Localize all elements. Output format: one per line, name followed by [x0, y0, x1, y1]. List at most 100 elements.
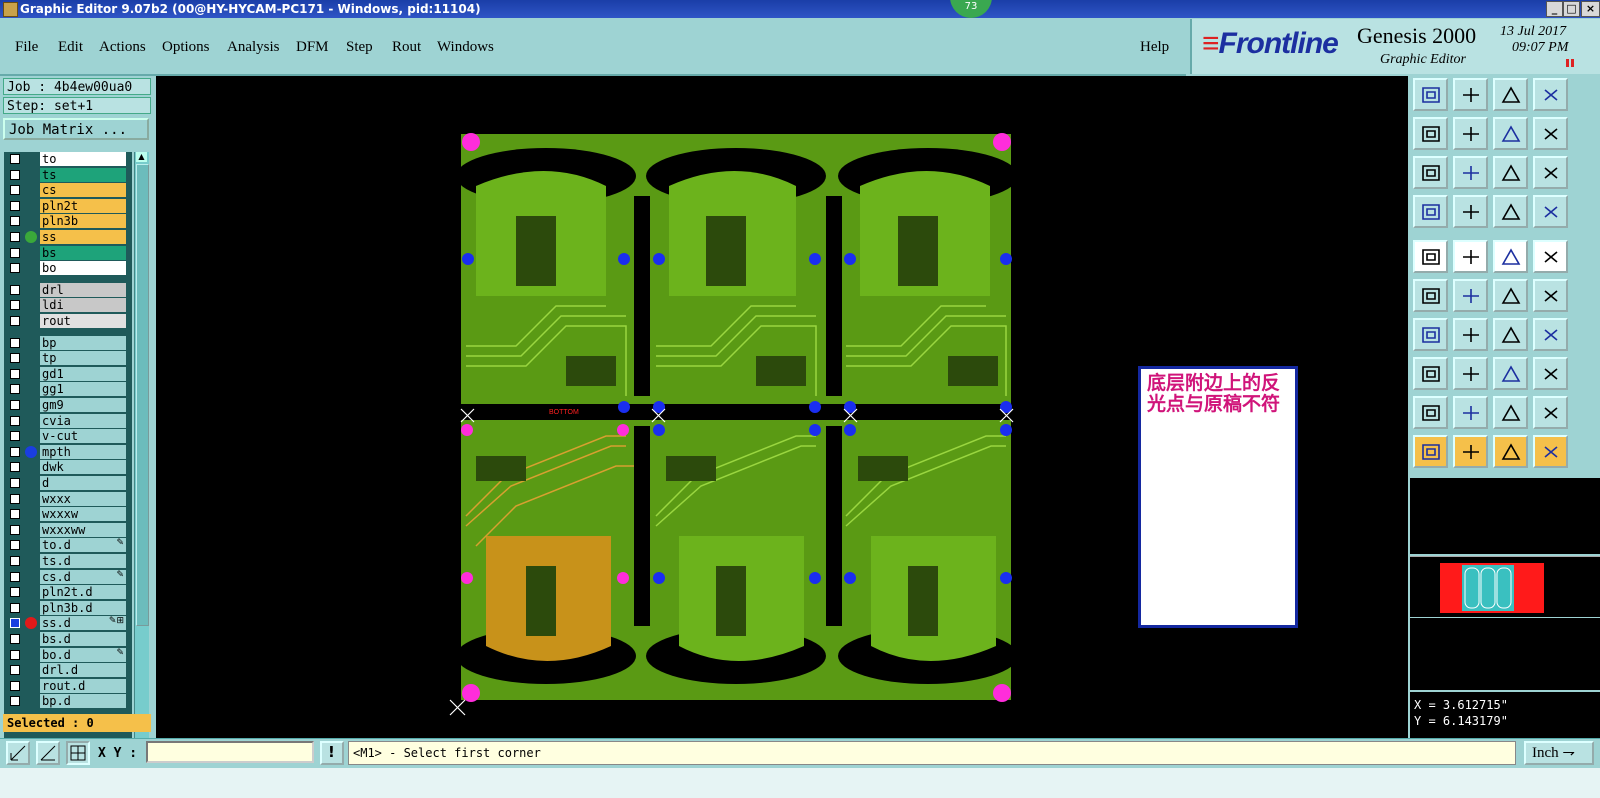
- home-tool[interactable]: [1493, 78, 1528, 111]
- swap-tool[interactable]: [1493, 117, 1528, 150]
- layer-checkbox[interactable]: [10, 634, 20, 644]
- layer-row[interactable]: wxxxw: [4, 507, 128, 522]
- layer-row[interactable]: gg1: [4, 382, 128, 397]
- triangle-d-tool[interactable]: [1533, 396, 1568, 429]
- layer-name[interactable]: bp.d: [40, 694, 126, 709]
- layer-checkbox[interactable]: [10, 400, 20, 410]
- layer-checkbox[interactable]: [10, 185, 20, 196]
- alert-button[interactable]: !: [320, 741, 344, 765]
- layer-row[interactable]: v-cut: [4, 429, 128, 444]
- layer-checkbox[interactable]: [10, 696, 20, 707]
- delete-tool[interactable]: [1453, 279, 1488, 312]
- layer-row[interactable]: cvia: [4, 413, 128, 429]
- units-selector[interactable]: Inch ⇁: [1524, 741, 1594, 765]
- layer-checkbox[interactable]: [10, 216, 20, 227]
- layer-checkbox[interactable]: [10, 263, 20, 274]
- layer-name[interactable]: pln3b.d: [40, 600, 126, 615]
- layer-row[interactable]: pln3b.d: [4, 600, 128, 616]
- layer-name[interactable]: v-cut: [40, 429, 126, 444]
- layer-checkbox[interactable]: [10, 247, 20, 258]
- layer-row[interactable]: bo: [4, 261, 128, 276]
- layer-row[interactable]: drl: [4, 282, 128, 298]
- menu-actions[interactable]: Actions: [99, 39, 146, 56]
- layer-row[interactable]: ss.d ✎⊞: [4, 616, 128, 631]
- layer-checkbox[interactable]: [10, 169, 20, 180]
- layer-checkbox[interactable]: [10, 446, 20, 457]
- layer-name[interactable]: dwk: [40, 460, 126, 475]
- triangle-c-tool[interactable]: [1493, 396, 1528, 429]
- layer-row[interactable]: ts.d: [4, 554, 128, 569]
- layer-name[interactable]: to: [40, 152, 126, 166]
- ruler-tool[interactable]: [1493, 240, 1528, 273]
- layer-row[interactable]: pln2t: [4, 198, 128, 214]
- shape-tool[interactable]: [1533, 357, 1568, 390]
- layer-name[interactable]: to.d: [40, 538, 126, 553]
- layer-row[interactable]: ss: [4, 230, 128, 245]
- layer-row[interactable]: ts: [4, 167, 128, 183]
- layer-row[interactable]: rout: [4, 314, 128, 329]
- layer-row[interactable]: bs.d: [4, 632, 128, 647]
- pad-tool[interactable]: [1533, 240, 1568, 273]
- measure-hand-tool[interactable]: [1413, 195, 1448, 228]
- layer-name[interactable]: wxxxw: [40, 507, 126, 522]
- rotate-tool[interactable]: [1493, 318, 1528, 351]
- layer-name[interactable]: drl.d: [40, 663, 126, 678]
- job-matrix-button[interactable]: Job Matrix ...: [3, 118, 149, 140]
- overview-thumbnail[interactable]: [1410, 556, 1600, 617]
- menu-windows[interactable]: Windows: [437, 39, 494, 56]
- layer-name[interactable]: cs.d: [40, 569, 126, 584]
- layer-checkbox[interactable]: [10, 353, 20, 364]
- layer-row[interactable]: wxxxww: [4, 522, 128, 538]
- layer-row[interactable]: gm9: [4, 398, 128, 413]
- layer-row[interactable]: bs: [4, 245, 128, 261]
- layer-row[interactable]: bp.d: [4, 694, 128, 709]
- grid-tool[interactable]: [1453, 195, 1488, 228]
- layer-name[interactable]: pln2t.d: [40, 585, 126, 600]
- layer-name[interactable]: ts.d: [40, 554, 126, 568]
- close-button[interactable]: ×: [1581, 1, 1600, 17]
- layer-compare-tool[interactable]: [1493, 195, 1528, 228]
- angle-tool[interactable]: [1413, 318, 1448, 351]
- layer-list-scrollbar[interactable]: ▲ ▼: [134, 152, 149, 782]
- layer-name[interactable]: wxxx: [40, 491, 126, 506]
- snap-line-button[interactable]: [6, 741, 30, 765]
- copy-tool[interactable]: [1453, 240, 1488, 273]
- maximize-button[interactable]: □: [1563, 1, 1580, 17]
- layer-row[interactable]: bo.d ✎: [4, 647, 128, 663]
- menu-rout[interactable]: Rout: [392, 39, 421, 56]
- layer-checkbox[interactable]: [10, 415, 20, 426]
- layer-name[interactable]: ldi: [40, 298, 126, 313]
- minimize-button[interactable]: _: [1546, 1, 1563, 17]
- menu-edit[interactable]: Edit: [58, 39, 83, 56]
- draw-line-tool[interactable]: [1453, 318, 1488, 351]
- layer-name[interactable]: cs: [40, 183, 126, 198]
- layer-checkbox[interactable]: [10, 284, 20, 295]
- layer-name[interactable]: pln3b: [40, 214, 126, 229]
- layer-name[interactable]: drl: [40, 282, 126, 297]
- layer-checkbox[interactable]: [10, 431, 20, 442]
- redo-tool[interactable]: [1533, 117, 1568, 150]
- zoom-ratio-tool[interactable]: [1493, 156, 1528, 189]
- layer-row[interactable]: rout.d: [4, 678, 128, 694]
- layer-checkbox[interactable]: [10, 649, 20, 660]
- triangle-a-tool[interactable]: [1413, 396, 1448, 429]
- layer-checkbox[interactable]: [10, 300, 20, 311]
- layer-checkbox[interactable]: [10, 556, 20, 566]
- layer-row[interactable]: to.d ✎: [4, 538, 128, 553]
- layer-checkbox[interactable]: [10, 618, 20, 629]
- layer-row[interactable]: bp: [4, 335, 128, 351]
- layer-row[interactable]: cs.d ✎: [4, 569, 128, 585]
- layer-checkbox[interactable]: [10, 232, 20, 242]
- layer-name[interactable]: ss: [40, 230, 126, 244]
- zoom-center-tool[interactable]: [1453, 156, 1488, 189]
- layer-name[interactable]: wxxxww: [40, 522, 126, 537]
- split-view-tool[interactable]: [1533, 78, 1568, 111]
- menu-analysis[interactable]: Analysis: [227, 39, 280, 56]
- layer-row[interactable]: cs: [4, 183, 128, 198]
- layer-checkbox[interactable]: [10, 665, 20, 676]
- select-box-tool[interactable]: [1453, 435, 1488, 468]
- layer-name[interactable]: cvia: [40, 413, 126, 428]
- layer-row[interactable]: to: [4, 152, 128, 167]
- xy-input[interactable]: [146, 741, 314, 763]
- layer-row[interactable]: mpth: [4, 444, 128, 460]
